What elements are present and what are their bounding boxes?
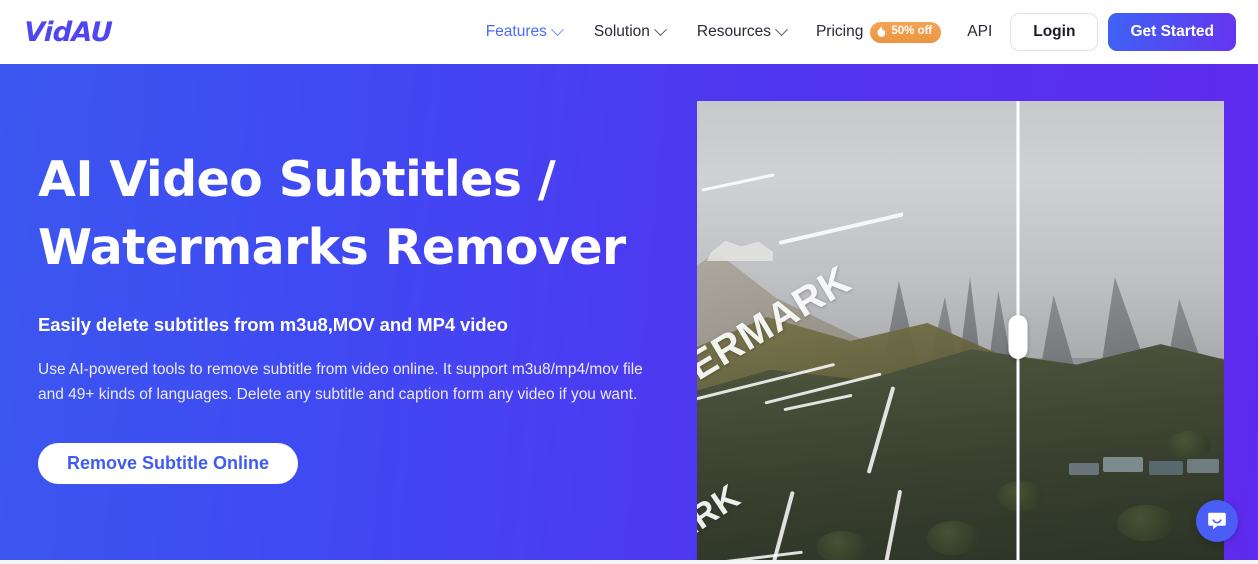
flame-icon	[877, 25, 886, 37]
building	[1149, 461, 1183, 475]
shrub	[1117, 505, 1175, 541]
site-logo[interactable]: VidAU	[23, 17, 112, 48]
chevron-down-icon	[775, 22, 788, 36]
shrub	[997, 481, 1043, 511]
hero-description: Use AI-powered tools to remove subtitle …	[38, 361, 643, 403]
chevron-down-icon	[550, 22, 564, 36]
video-compare-player[interactable]: ERMARK ARK #WA	[697, 101, 1224, 560]
compare-slider-handle[interactable]	[1008, 315, 1028, 360]
hero-section: AI Video Subtitles / Watermarks Remover …	[0, 64, 1258, 560]
nav-item-api[interactable]: API	[953, 23, 1010, 41]
site-header: VidAU Features Solution Resources Pricin…	[0, 0, 1258, 64]
nav-item-pricing[interactable]: Pricing 50% off	[802, 21, 953, 43]
nav-item-resources[interactable]: Resources	[681, 12, 802, 52]
chat-bubble-icon	[1208, 512, 1226, 530]
video-scene	[697, 101, 1224, 560]
nav-item-features-label: Features	[485, 23, 547, 40]
discount-badge-label: 50% off	[891, 25, 933, 38]
shrub	[817, 531, 867, 560]
hero-title-line-2: Watermarks Remover	[38, 219, 626, 276]
page-title: AI Video Subtitles / Watermarks Remover	[38, 146, 663, 282]
nav-item-features[interactable]: Features	[470, 12, 578, 52]
shrub	[1167, 431, 1211, 459]
nav-item-resources-label: Resources	[696, 23, 771, 40]
get-started-button[interactable]: Get Started	[1108, 13, 1236, 51]
nav-item-solution-label: Solution	[593, 23, 650, 40]
chat-widget-button[interactable]	[1196, 500, 1238, 542]
remove-subtitle-online-button[interactable]: Remove Subtitle Online	[38, 443, 299, 484]
building	[1103, 457, 1143, 472]
hero-subtitle: Easily delete subtitles from m3u8,MOV an…	[38, 314, 508, 335]
building	[1069, 463, 1099, 475]
login-button[interactable]: Login	[1010, 13, 1099, 51]
nav-item-solution[interactable]: Solution	[578, 12, 681, 52]
main-navigation: Features Solution Resources Pricing 50% …	[470, 12, 1236, 52]
page-bottom-edge	[0, 560, 1258, 564]
hero-copy: AI Video Subtitles / Watermarks Remover …	[38, 146, 663, 484]
chevron-down-icon	[654, 22, 667, 36]
hero-title-line-1: AI Video Subtitles /	[38, 151, 556, 208]
discount-badge: 50% off	[870, 21, 942, 43]
building	[1187, 459, 1219, 473]
shrub	[927, 521, 979, 555]
nav-item-pricing-label: Pricing	[815, 23, 864, 40]
